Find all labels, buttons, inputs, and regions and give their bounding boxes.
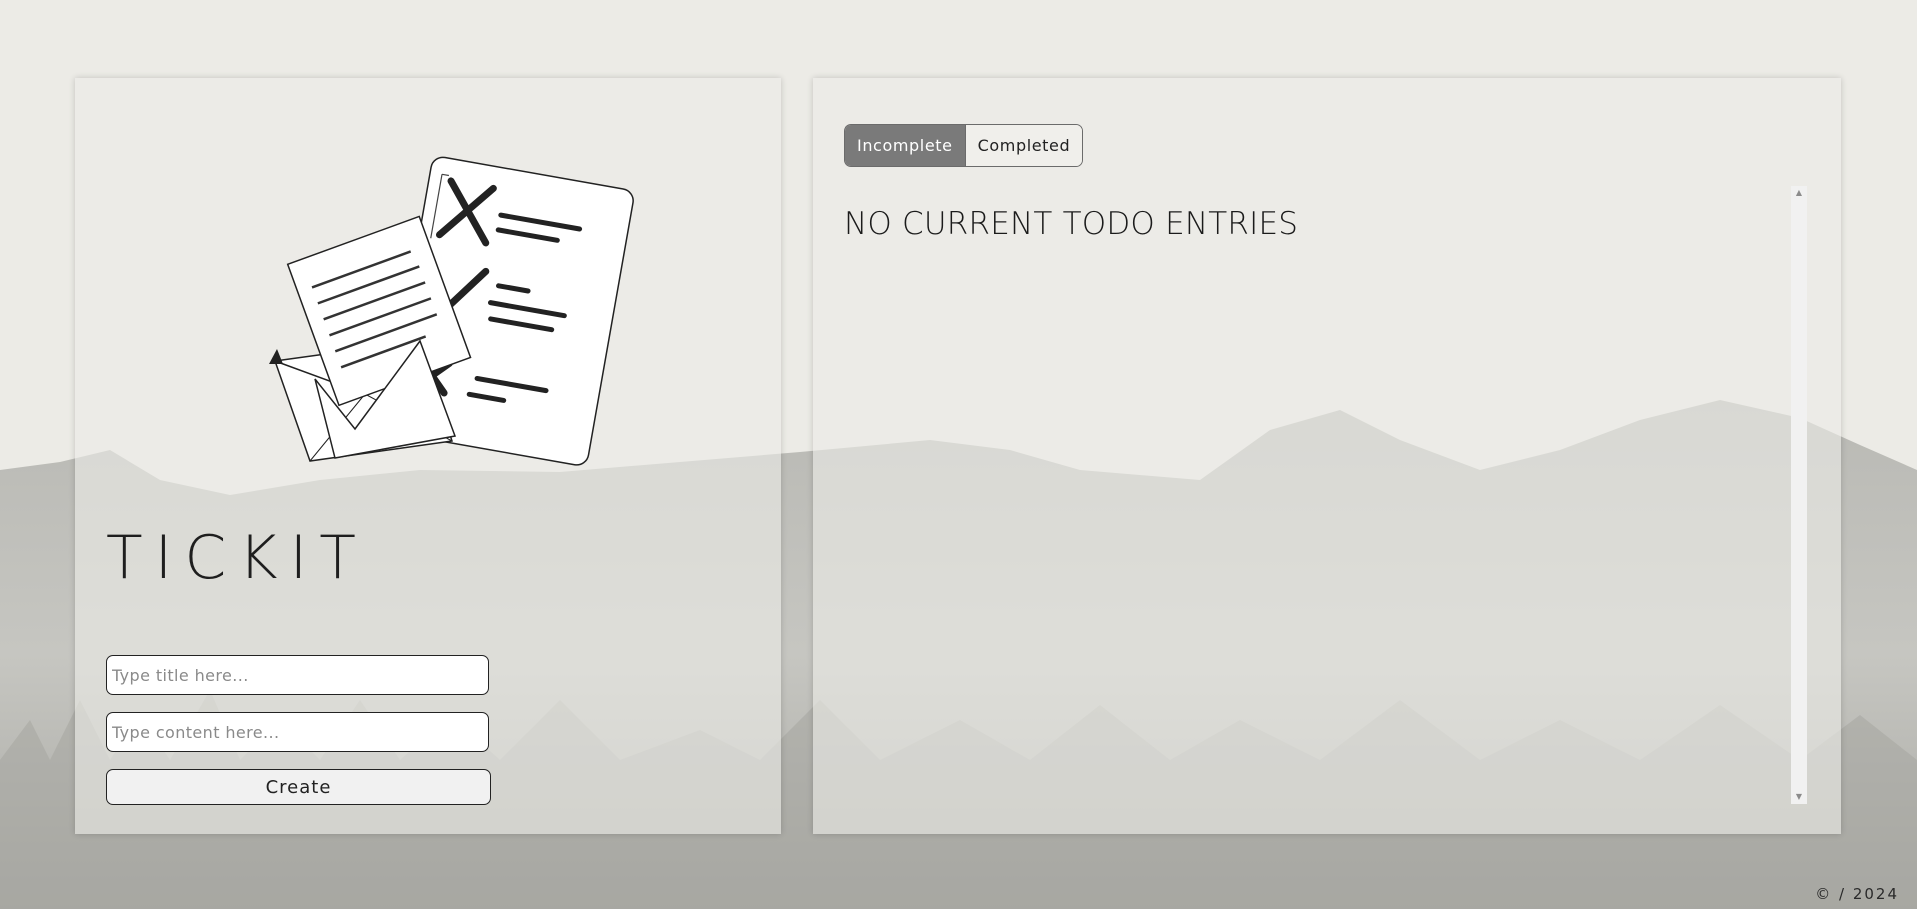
app-title: TICKIT <box>106 523 368 593</box>
empty-list-message: NO CURRENT TODO ENTRIES <box>844 206 1299 242</box>
tab-group: Incomplete Completed <box>844 124 1084 167</box>
footer-copyright: © / 2024 <box>1815 885 1899 903</box>
create-button[interactable]: Create <box>106 769 491 805</box>
scrollbar-track[interactable] <box>1793 200 1805 790</box>
todo-list-panel: Incomplete Completed NO CURRENT TODO ENT… <box>813 78 1841 834</box>
scrollbar[interactable]: ▲ ▼ <box>1791 186 1807 804</box>
scroll-down-arrow-icon[interactable]: ▼ <box>1791 790 1807 804</box>
tab-completed[interactable]: Completed <box>964 125 1083 166</box>
content-input[interactable] <box>106 712 489 752</box>
tab-incomplete[interactable]: Incomplete <box>845 125 965 166</box>
todo-list: NO CURRENT TODO ENTRIES <box>844 182 1784 792</box>
title-input[interactable] <box>106 655 489 695</box>
envelope-and-checklist-illustration <box>269 156 634 466</box>
create-todo-panel: TICKIT Create <box>75 78 781 834</box>
scroll-up-arrow-icon[interactable]: ▲ <box>1791 186 1807 200</box>
